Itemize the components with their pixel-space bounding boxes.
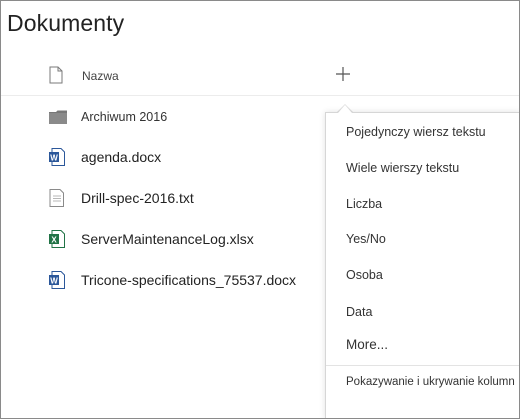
svg-text:W: W <box>50 276 58 285</box>
excel-file-icon: X <box>49 230 65 253</box>
list-item[interactable]: X ServerMaintenanceLog.xlsx <box>1 220 321 260</box>
page-title: Dokumenty <box>7 10 125 36</box>
add-column-button[interactable] <box>334 65 352 83</box>
document-icon <box>49 66 63 84</box>
list-item[interactable]: W Tricone-specifications_75537.docx <box>1 261 321 301</box>
menu-item-yes-no[interactable]: Yes/No <box>346 232 386 246</box>
list-item[interactable]: Archiwum 2016 <box>1 98 321 138</box>
add-column-menu: Pojedynczy wiersz tekstu Wiele wierszy t… <box>325 112 519 418</box>
file-name[interactable]: agenda.docx <box>81 149 161 165</box>
file-name[interactable]: Drill-spec-2016.txt <box>81 190 194 206</box>
menu-item-more[interactable]: More... <box>346 337 388 352</box>
menu-item-person[interactable]: Osoba <box>346 268 383 282</box>
menu-caret-inner <box>338 105 352 113</box>
menu-item-single-line-text[interactable]: Pojedynczy wiersz tekstu <box>346 125 486 139</box>
svg-text:X: X <box>51 235 57 244</box>
text-file-icon <box>49 189 65 212</box>
word-file-icon: W <box>49 148 65 171</box>
menu-divider <box>326 365 519 366</box>
folder-icon <box>49 110 67 129</box>
file-name[interactable]: Tricone-specifications_75537.docx <box>81 272 296 288</box>
file-name[interactable]: Archiwum 2016 <box>81 110 167 124</box>
column-header-row: Nazwa <box>1 57 519 96</box>
menu-item-date[interactable]: Data <box>346 305 372 319</box>
svg-text:W: W <box>50 153 58 162</box>
file-name[interactable]: ServerMaintenanceLog.xlsx <box>81 231 254 247</box>
document-library: Dokumenty Nazwa Archiwum 2016 W agenda.d… <box>0 0 520 419</box>
list-item[interactable]: Drill-spec-2016.txt <box>1 179 321 219</box>
menu-item-number[interactable]: Liczba <box>346 197 382 211</box>
word-file-icon: W <box>49 271 65 294</box>
list-item[interactable]: W agenda.docx <box>1 139 321 179</box>
column-header-name[interactable]: Nazwa <box>82 69 119 83</box>
plus-icon <box>336 67 350 81</box>
menu-item-show-hide-columns[interactable]: Pokazywanie i ukrywanie kolumn <box>346 376 515 388</box>
menu-item-multi-line-text[interactable]: Wiele wierszy tekstu <box>346 161 459 175</box>
